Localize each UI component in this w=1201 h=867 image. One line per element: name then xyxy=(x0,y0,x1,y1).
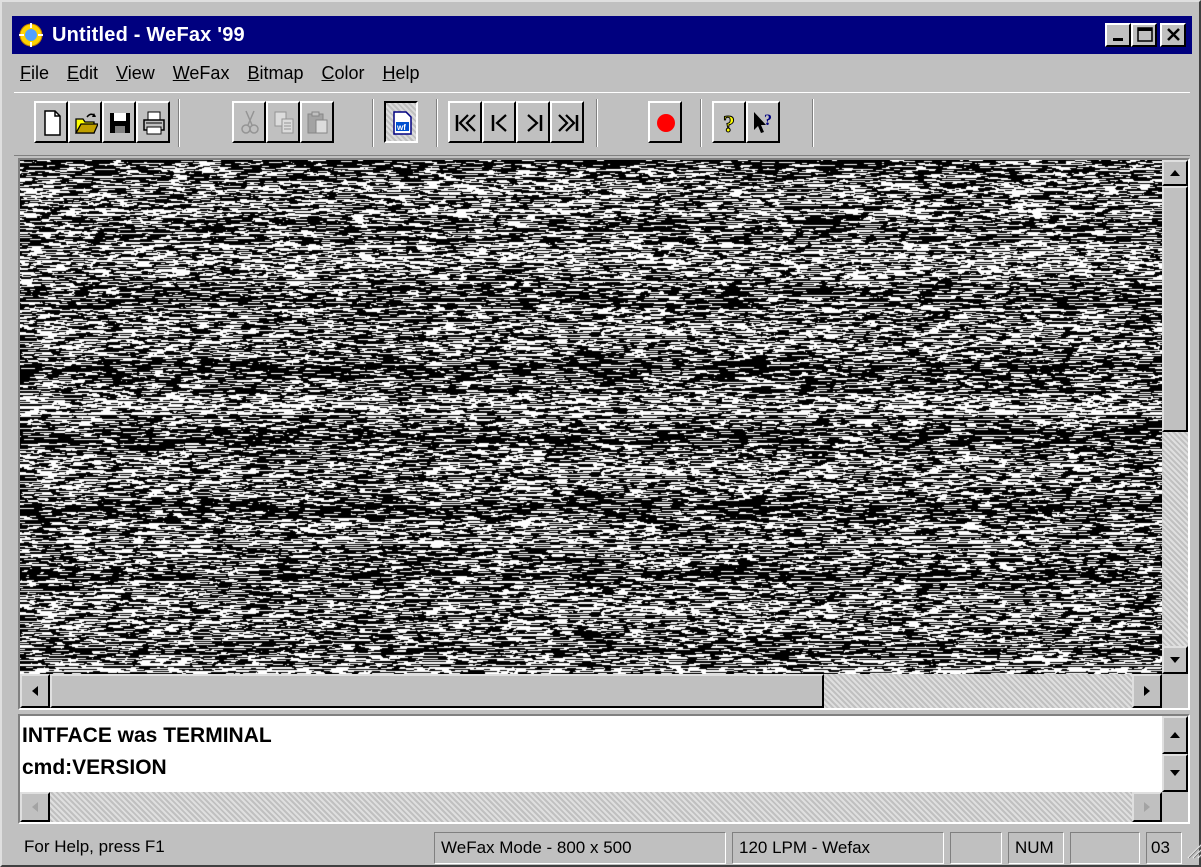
toolbar-separator xyxy=(700,99,702,147)
terminal-vertical-scrollbar[interactable] xyxy=(1162,716,1188,792)
status-help-text: For Help, press F1 xyxy=(24,837,165,856)
fax-image-pane[interactable] xyxy=(18,158,1190,710)
menu-view[interactable]: View xyxy=(116,63,155,84)
arrow-down-icon xyxy=(1170,657,1180,663)
scroll-up-button[interactable] xyxy=(1162,160,1188,186)
wefax-app-icon xyxy=(19,23,43,47)
toolbar-separator xyxy=(436,99,438,147)
terminal-line: cmd:VERSION xyxy=(22,756,167,779)
paste-button[interactable] xyxy=(300,101,334,143)
next-icon xyxy=(527,114,543,132)
scroll-left-button[interactable] xyxy=(20,674,50,708)
maximize-icon xyxy=(1137,27,1153,42)
image-horizontal-scrollbar[interactable] xyxy=(20,674,1162,708)
title-bar[interactable]: Untitled - WeFax '99 xyxy=(12,16,1192,54)
scroll-down-button[interactable] xyxy=(1162,646,1188,674)
toolbar-separator xyxy=(372,99,374,147)
copy-button[interactable] xyxy=(266,101,300,143)
terminal-scroll-up-button[interactable] xyxy=(1162,716,1188,754)
toolbar-separator xyxy=(178,99,180,147)
arrow-up-icon xyxy=(1170,732,1180,738)
terminal-scroll-left-button[interactable] xyxy=(20,792,50,822)
terminal-scroll-down-button[interactable] xyxy=(1162,754,1188,792)
status-clock: 03 xyxy=(1146,832,1182,864)
vertical-scroll-thumb[interactable] xyxy=(1162,186,1188,432)
cut-icon xyxy=(241,110,259,134)
terminal-horizontal-scrollbar[interactable] xyxy=(20,792,1162,822)
copy-icon xyxy=(274,111,294,134)
save-icon xyxy=(110,113,130,133)
terminal-scroll-corner xyxy=(1162,792,1188,822)
resize-grip-icon[interactable] xyxy=(1184,840,1201,860)
status-num-indicator: NUM xyxy=(1008,832,1064,864)
terminal-pane[interactable]: INTFACE was TERMINAL cmd:VERSION xyxy=(18,714,1190,824)
next-button[interactable] xyxy=(516,101,550,143)
menu-wefax[interactable]: WeFax xyxy=(173,63,230,84)
record-button[interactable] xyxy=(648,101,682,143)
scroll-corner xyxy=(1162,674,1188,708)
toolbar: wf ? ? xyxy=(14,92,1190,156)
print-button[interactable] xyxy=(136,101,170,143)
menu-color[interactable]: Color xyxy=(321,63,364,84)
last-icon xyxy=(558,114,579,132)
about-button[interactable]: ? xyxy=(712,101,746,143)
wefax-icon: wf xyxy=(393,111,412,135)
fax-image-canvas[interactable] xyxy=(20,160,1162,674)
terminal-output: INTFACE was TERMINAL cmd:VERSION xyxy=(22,720,272,784)
context-help-button[interactable]: ? xyxy=(746,101,780,143)
first-button[interactable] xyxy=(448,101,482,143)
menu-bar: File Edit View WeFax Bitmap Color Help xyxy=(20,58,438,88)
image-vertical-scrollbar[interactable] xyxy=(1162,160,1188,674)
print-icon xyxy=(143,111,165,135)
new-button[interactable] xyxy=(34,101,68,143)
about-icon: ? xyxy=(723,112,736,138)
wefax-mode-button[interactable]: wf xyxy=(384,101,418,143)
arrow-down-icon xyxy=(1170,770,1180,776)
menu-file[interactable]: File xyxy=(20,63,49,84)
arrow-up-icon xyxy=(1170,170,1180,176)
paste-icon xyxy=(307,111,328,134)
svg-text:?: ? xyxy=(764,112,772,129)
new-icon xyxy=(44,110,61,136)
arrow-left-icon xyxy=(32,802,38,812)
minimize-icon xyxy=(1113,38,1123,41)
maximize-button[interactable] xyxy=(1131,23,1157,47)
close-button[interactable] xyxy=(1160,23,1186,47)
menu-help[interactable]: Help xyxy=(383,63,420,84)
previous-icon xyxy=(491,114,507,132)
app-window: Untitled - WeFax '99 File Edit View WeFa… xyxy=(0,0,1201,867)
window-title: Untitled - WeFax '99 xyxy=(52,23,245,46)
status-scrl-indicator xyxy=(1070,832,1140,864)
context-help-icon: ? xyxy=(754,112,772,133)
terminal-scroll-right-button[interactable] xyxy=(1132,792,1162,822)
status-mode: WeFax Mode - 800 x 500 xyxy=(434,832,726,864)
menu-bitmap[interactable]: Bitmap xyxy=(247,63,303,84)
status-empty-indicator xyxy=(950,832,1002,864)
status-lpm: 120 LPM - Wefax xyxy=(732,832,944,864)
toolbar-separator xyxy=(596,99,598,147)
menu-edit[interactable]: Edit xyxy=(67,63,98,84)
toolbar-separator xyxy=(812,99,814,147)
terminal-line: INTFACE was TERMINAL xyxy=(22,724,272,747)
svg-text:wf: wf xyxy=(396,123,406,132)
record-icon xyxy=(657,114,675,132)
close-icon xyxy=(1167,28,1180,41)
open-button[interactable] xyxy=(68,101,102,143)
minimize-button[interactable] xyxy=(1105,23,1131,47)
svg-text:?: ? xyxy=(723,112,735,137)
save-button[interactable] xyxy=(102,101,136,143)
arrow-left-icon xyxy=(32,686,38,696)
status-bar: For Help, press F1 WeFax Mode - 800 x 50… xyxy=(14,832,1201,864)
last-button[interactable] xyxy=(550,101,584,143)
arrow-right-icon xyxy=(1144,686,1150,696)
first-icon xyxy=(455,114,476,132)
scroll-right-button[interactable] xyxy=(1132,674,1162,708)
cut-button[interactable] xyxy=(232,101,266,143)
horizontal-scroll-thumb[interactable] xyxy=(50,674,824,708)
open-icon xyxy=(74,113,98,134)
previous-button[interactable] xyxy=(482,101,516,143)
arrow-right-icon xyxy=(1144,802,1150,812)
